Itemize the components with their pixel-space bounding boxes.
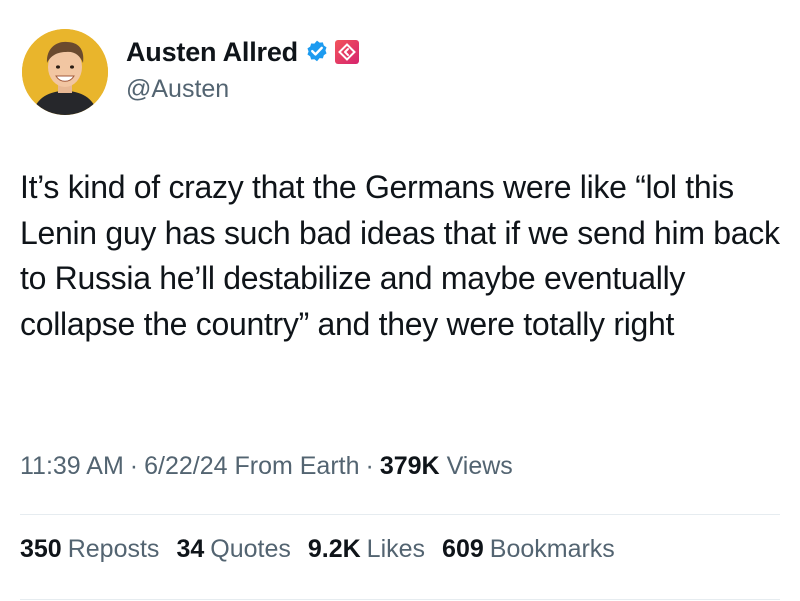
bookmarks-count: 609 xyxy=(442,535,484,563)
tweet-card: Austen Allred @Austen It’s kind of crazy… xyxy=(0,0,800,601)
bookmarks-label: Bookmarks xyxy=(489,535,615,563)
engagement-stats: 350 Reposts 34 Quotes 9.2K Likes 609 Bookmar… xyxy=(20,535,632,564)
quotes-count: 34 xyxy=(176,535,205,563)
tweet-source: From Earth xyxy=(234,452,360,480)
tweet-meta: 11:39 AM · 6/22/24 From Earth · 379K Views xyxy=(20,452,513,481)
reposts-count: 350 xyxy=(20,535,62,563)
display-name[interactable]: Austen Allred xyxy=(126,37,298,68)
bookmarks-stat[interactable]: 609 Bookmarks xyxy=(442,535,615,564)
author-block: Austen Allred @Austen xyxy=(126,33,359,103)
meta-separator: · xyxy=(129,452,139,480)
quotes-stat[interactable]: 34 Quotes xyxy=(176,535,290,564)
meta-separator: · xyxy=(365,452,374,480)
likes-count: 9.2K xyxy=(307,535,361,563)
views-label: Views xyxy=(446,452,513,480)
tweet-date[interactable]: 6/22/24 xyxy=(144,452,227,480)
divider xyxy=(20,599,780,600)
reposts-stat[interactable]: 350 Reposts xyxy=(20,535,159,564)
verified-checkmark-icon[interactable] xyxy=(304,39,330,65)
reposts-label: Reposts xyxy=(67,535,160,563)
author-name-row: Austen Allred xyxy=(126,33,359,71)
person-avatar-icon xyxy=(22,29,108,115)
likes-label: Likes xyxy=(366,535,426,563)
likes-stat[interactable]: 9.2K Likes xyxy=(308,535,425,564)
avatar[interactable] xyxy=(22,29,108,115)
tweet-time[interactable]: 11:39 AM xyxy=(20,452,124,480)
affiliate-badge-icon[interactable] xyxy=(334,40,359,64)
views-count: 379K xyxy=(379,452,440,480)
tweet-text: It’s kind of crazy that the Germans were… xyxy=(20,169,780,342)
quotes-label: Quotes xyxy=(210,535,291,563)
user-handle[interactable]: @Austen xyxy=(126,75,359,104)
divider xyxy=(20,514,780,515)
